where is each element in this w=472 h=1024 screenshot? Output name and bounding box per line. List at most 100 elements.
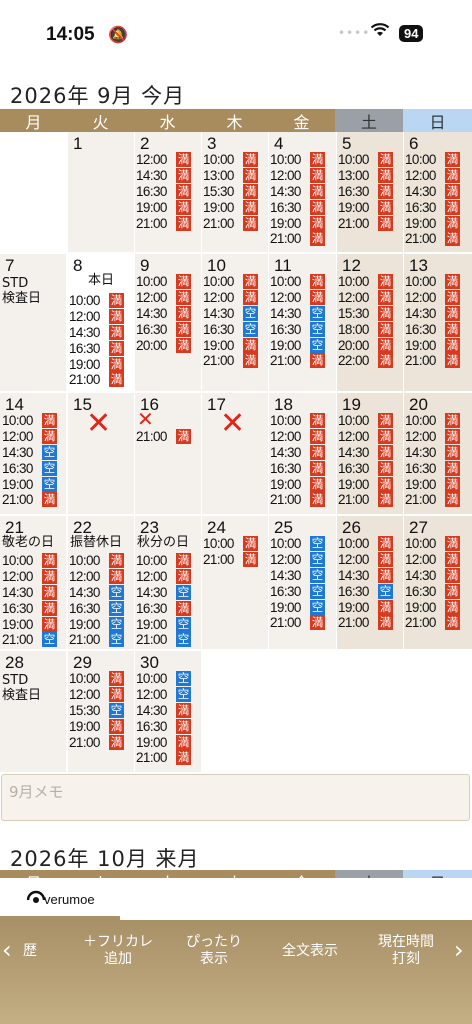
time-slot[interactable]: 21:00 満 (69, 372, 124, 388)
time-slot[interactable]: 10:00 満 (69, 553, 124, 569)
time-slot[interactable]: 12:00 満 (405, 552, 460, 568)
time-slot[interactable]: 21:00 空 (69, 632, 124, 648)
time-slot[interactable]: 16:30 満 (136, 600, 191, 616)
time-slot[interactable]: 14:30 満 (2, 584, 57, 601)
calendar-day-cell[interactable]: 21 敬老の日 10:00 満 12:00 満 14:30 満 16:30 満 19:00 満 21:0… (0, 516, 66, 649)
time-slot[interactable]: 21:00 満 (136, 750, 191, 766)
time-slot[interactable]: 21:00 空 (2, 632, 57, 648)
time-slot[interactable]: 12:00 満 (405, 290, 460, 306)
time-slot[interactable]: 15:30 満 (203, 183, 258, 200)
calendar-day-cell[interactable]: 1 (68, 132, 134, 252)
time-slot[interactable]: 12:00 空 (136, 687, 191, 703)
time-slot[interactable]: 19:00 空 (270, 337, 325, 353)
logo-tab[interactable]: verumoe (0, 878, 120, 920)
calendar-day-cell[interactable]: 12 10:00 満 12:00 満 15:30 満 18:00 満 20:00 満 22:00 満 (337, 254, 403, 391)
time-slot[interactable]: 14:30 満 (338, 444, 393, 461)
time-slot[interactable]: 19:00 満 (136, 199, 191, 215)
time-slot[interactable]: 10:00 満 (405, 413, 460, 429)
time-slot[interactable]: 21:00 満 (405, 231, 460, 247)
calendar-day-cell[interactable]: 18 10:00 満 12:00 満 14:30 満 16:30 満 19:00 満 21:00 満 (269, 393, 336, 514)
time-slot[interactable]: 16:30 満 (136, 183, 191, 200)
calendar-day-cell[interactable]: 14 10:00 満 12:00 満 14:30 空 16:30 空 19:00 空 21:00 満 (0, 393, 66, 514)
calendar-day-cell[interactable]: 19 10:00 満 12:00 満 14:30 満 16:30 満 19:00 満 21:00 満 (337, 393, 403, 514)
time-slot[interactable]: 19:00 空 (69, 616, 124, 632)
time-slot[interactable]: 14:30 満 (338, 567, 393, 584)
time-slot[interactable]: 16:30 空 (2, 460, 57, 476)
time-slot[interactable]: 12:00 空 (270, 552, 325, 568)
time-slot[interactable]: 14:30 空 (270, 567, 325, 584)
time-slot[interactable]: 21:00 満 (2, 492, 57, 508)
time-slot[interactable]: 12:00 満 (270, 168, 325, 184)
time-slot[interactable]: 10:00 空 (270, 536, 325, 552)
time-slot[interactable]: 10:00 満 (338, 413, 393, 429)
time-slot[interactable]: 19:00 満 (338, 199, 393, 215)
fit-view-button[interactable]: ぴったり 表示 (172, 934, 256, 968)
time-slot[interactable]: 10:00 満 (69, 671, 124, 687)
time-slot[interactable]: 16:30 満 (69, 340, 124, 356)
time-slot[interactable]: 14:30 満 (136, 168, 191, 184)
time-slot[interactable]: 12:00 満 (270, 290, 325, 306)
time-slot[interactable]: 12:00 満 (338, 552, 393, 568)
time-slot[interactable]: 10:00 満 (2, 413, 57, 429)
time-slot[interactable]: 21:00 満 (338, 615, 393, 631)
time-slot[interactable]: 21:00 空 (136, 632, 191, 648)
time-slot[interactable]: 19:00 満 (338, 599, 393, 615)
time-slot[interactable]: 13:00 満 (338, 168, 393, 184)
calendar-day-cell[interactable]: 30 10:00 空 12:00 空 14:30 満 16:30 満 19:00 満 21:00 満 (135, 651, 201, 772)
time-slot[interactable]: 12:00 満 (338, 290, 393, 306)
time-slot[interactable]: 16:30 満 (2, 600, 57, 616)
time-slot[interactable]: 14:30 満 (270, 444, 325, 461)
calendar-day-cell[interactable]: 29 10:00 満 12:00 満 15:30 空 19:00 満 21:00 満 (68, 651, 134, 772)
time-slot[interactable]: 21:00 満 (203, 353, 258, 369)
time-slot[interactable]: 19:00 満 (405, 215, 460, 231)
time-slot[interactable]: 14:30 満 (405, 567, 460, 584)
time-slot[interactable]: 21:00 満 (270, 353, 325, 369)
time-slot[interactable]: 14:30 空 (136, 584, 191, 601)
time-slot[interactable]: 21:00 満 (203, 215, 258, 231)
time-slot[interactable]: 14:30 空 (69, 584, 124, 601)
time-slot[interactable]: 19:00 満 (405, 337, 460, 353)
time-slot[interactable]: 10:00 満 (405, 536, 460, 552)
time-slot[interactable]: 19:00 満 (2, 616, 57, 632)
time-slot[interactable]: 21:00 満 (136, 215, 191, 231)
time-slot[interactable]: 16:30 空 (270, 321, 325, 337)
time-slot[interactable]: 19:00 満 (203, 337, 258, 353)
time-slot[interactable]: 10:00 満 (405, 152, 460, 168)
time-slot[interactable]: 21:00 満 (405, 615, 460, 631)
time-slot[interactable]: 16:30 空 (270, 583, 325, 599)
time-slot[interactable]: 16:30 満 (405, 583, 460, 599)
full-text-button[interactable]: 全文表示 (270, 943, 350, 960)
time-slot[interactable]: 12:00 満 (2, 569, 57, 585)
calendar-day-cell[interactable]: 16 ✕ 21:00 満 (135, 393, 201, 514)
time-slot[interactable]: 14:30 満 (136, 702, 191, 719)
time-slot[interactable]: 19:00 満 (69, 356, 124, 372)
time-slot[interactable]: 16:30 空 (338, 583, 393, 599)
time-slot[interactable]: 16:30 満 (270, 460, 325, 476)
time-slot[interactable]: 19:00 満 (338, 476, 393, 492)
chevron-left-icon[interactable]: ‹ (2, 936, 12, 964)
time-slot[interactable]: 14:30 満 (69, 324, 124, 341)
calendar-day-cell[interactable]: 13 10:00 満 12:00 満 14:30 満 16:30 満 19:00 満 21:00 満 (404, 254, 472, 391)
time-slot[interactable]: 16:30 満 (405, 199, 460, 215)
time-slot[interactable]: 10:00 満 (136, 274, 191, 290)
time-slot[interactable]: 12:00 満 (405, 429, 460, 445)
calendar-day-cell[interactable]: 27 10:00 満 12:00 満 14:30 満 16:30 満 19:00 満 21:00 満 (404, 516, 472, 649)
time-slot[interactable]: 10:00 満 (270, 152, 325, 168)
time-slot[interactable]: 10:00 満 (203, 274, 258, 290)
time-slot[interactable]: 14:30 空 (203, 305, 258, 322)
time-slot[interactable]: 12:00 満 (405, 168, 460, 184)
time-slot[interactable]: 16:30 満 (270, 199, 325, 215)
time-slot[interactable]: 21:00 満 (136, 429, 191, 445)
time-slot[interactable]: 12:00 満 (270, 429, 325, 445)
time-slot[interactable]: 14:30 満 (136, 305, 191, 322)
calendar-day-cell[interactable]: 23 秋分の日 10:00 満 12:00 満 14:30 空 16:30 満 19:00 空 21:0… (135, 516, 201, 649)
punch-time-button[interactable]: 現在時間 打刻 (365, 934, 447, 968)
time-slot[interactable]: 22:00 満 (338, 353, 393, 369)
time-slot[interactable]: 16:30 満 (405, 321, 460, 337)
time-slot[interactable]: 20:00 満 (136, 337, 191, 353)
time-slot[interactable]: 10:00 満 (270, 274, 325, 290)
time-slot[interactable]: 19:00 空 (136, 616, 191, 632)
calendar-day-cell[interactable]: 10 10:00 満 12:00 満 14:30 空 16:30 空 19:00 満 21:00 満 (202, 254, 268, 391)
time-slot[interactable]: 21:00 満 (270, 492, 325, 508)
time-slot[interactable]: 12:00 満 (203, 290, 258, 306)
